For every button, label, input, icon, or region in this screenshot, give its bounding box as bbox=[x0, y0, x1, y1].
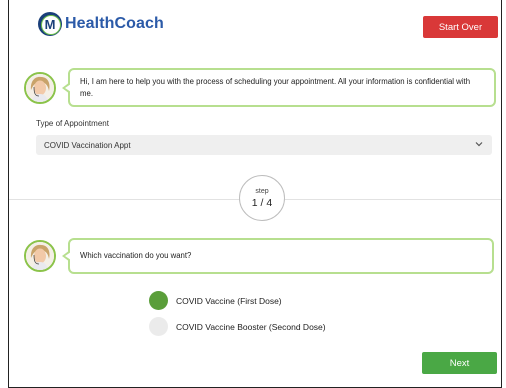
step-indicator: step 1 / 4 bbox=[239, 175, 285, 221]
option-label: COVID Vaccine Booster (Second Dose) bbox=[176, 321, 326, 332]
coach-intro-row: Hi, I am here to help you with the proce… bbox=[24, 68, 496, 107]
next-button[interactable]: Next bbox=[422, 352, 497, 374]
coach-avatar-icon bbox=[24, 71, 56, 104]
logo-letter: M bbox=[44, 16, 56, 32]
option-first-dose[interactable]: COVID Vaccine (First Dose) bbox=[149, 291, 282, 310]
appointment-type-value: COVID Vaccination Appt bbox=[44, 140, 131, 150]
healthcoach-logo: M HealthCoach bbox=[38, 12, 164, 36]
option-label: COVID Vaccine (First Dose) bbox=[176, 295, 282, 306]
coach-question-text: Which vaccination do you want? bbox=[80, 251, 192, 260]
radio-unselected-icon[interactable] bbox=[149, 317, 168, 336]
start-over-button[interactable]: Start Over bbox=[423, 16, 498, 38]
coach-question-bubble: Which vaccination do you want? bbox=[62, 238, 494, 274]
coach-intro-bubble: Hi, I am here to help you with the proce… bbox=[62, 68, 496, 107]
chevron-down-icon bbox=[475, 142, 483, 147]
step-count: 1 / 4 bbox=[251, 196, 273, 209]
step-word: step bbox=[255, 187, 269, 195]
coach-question-row: Which vaccination do you want? bbox=[24, 238, 494, 274]
coach-avatar-icon bbox=[24, 240, 56, 272]
appointment-type-select[interactable]: COVID Vaccination Appt bbox=[36, 135, 492, 155]
appointment-type-label: Type of Appointment bbox=[36, 119, 109, 128]
healthcoach-logo-icon: M bbox=[38, 12, 62, 36]
option-booster-dose[interactable]: COVID Vaccine Booster (Second Dose) bbox=[149, 317, 326, 336]
logo-text: HealthCoach bbox=[65, 15, 164, 32]
radio-selected-icon[interactable] bbox=[149, 291, 168, 310]
